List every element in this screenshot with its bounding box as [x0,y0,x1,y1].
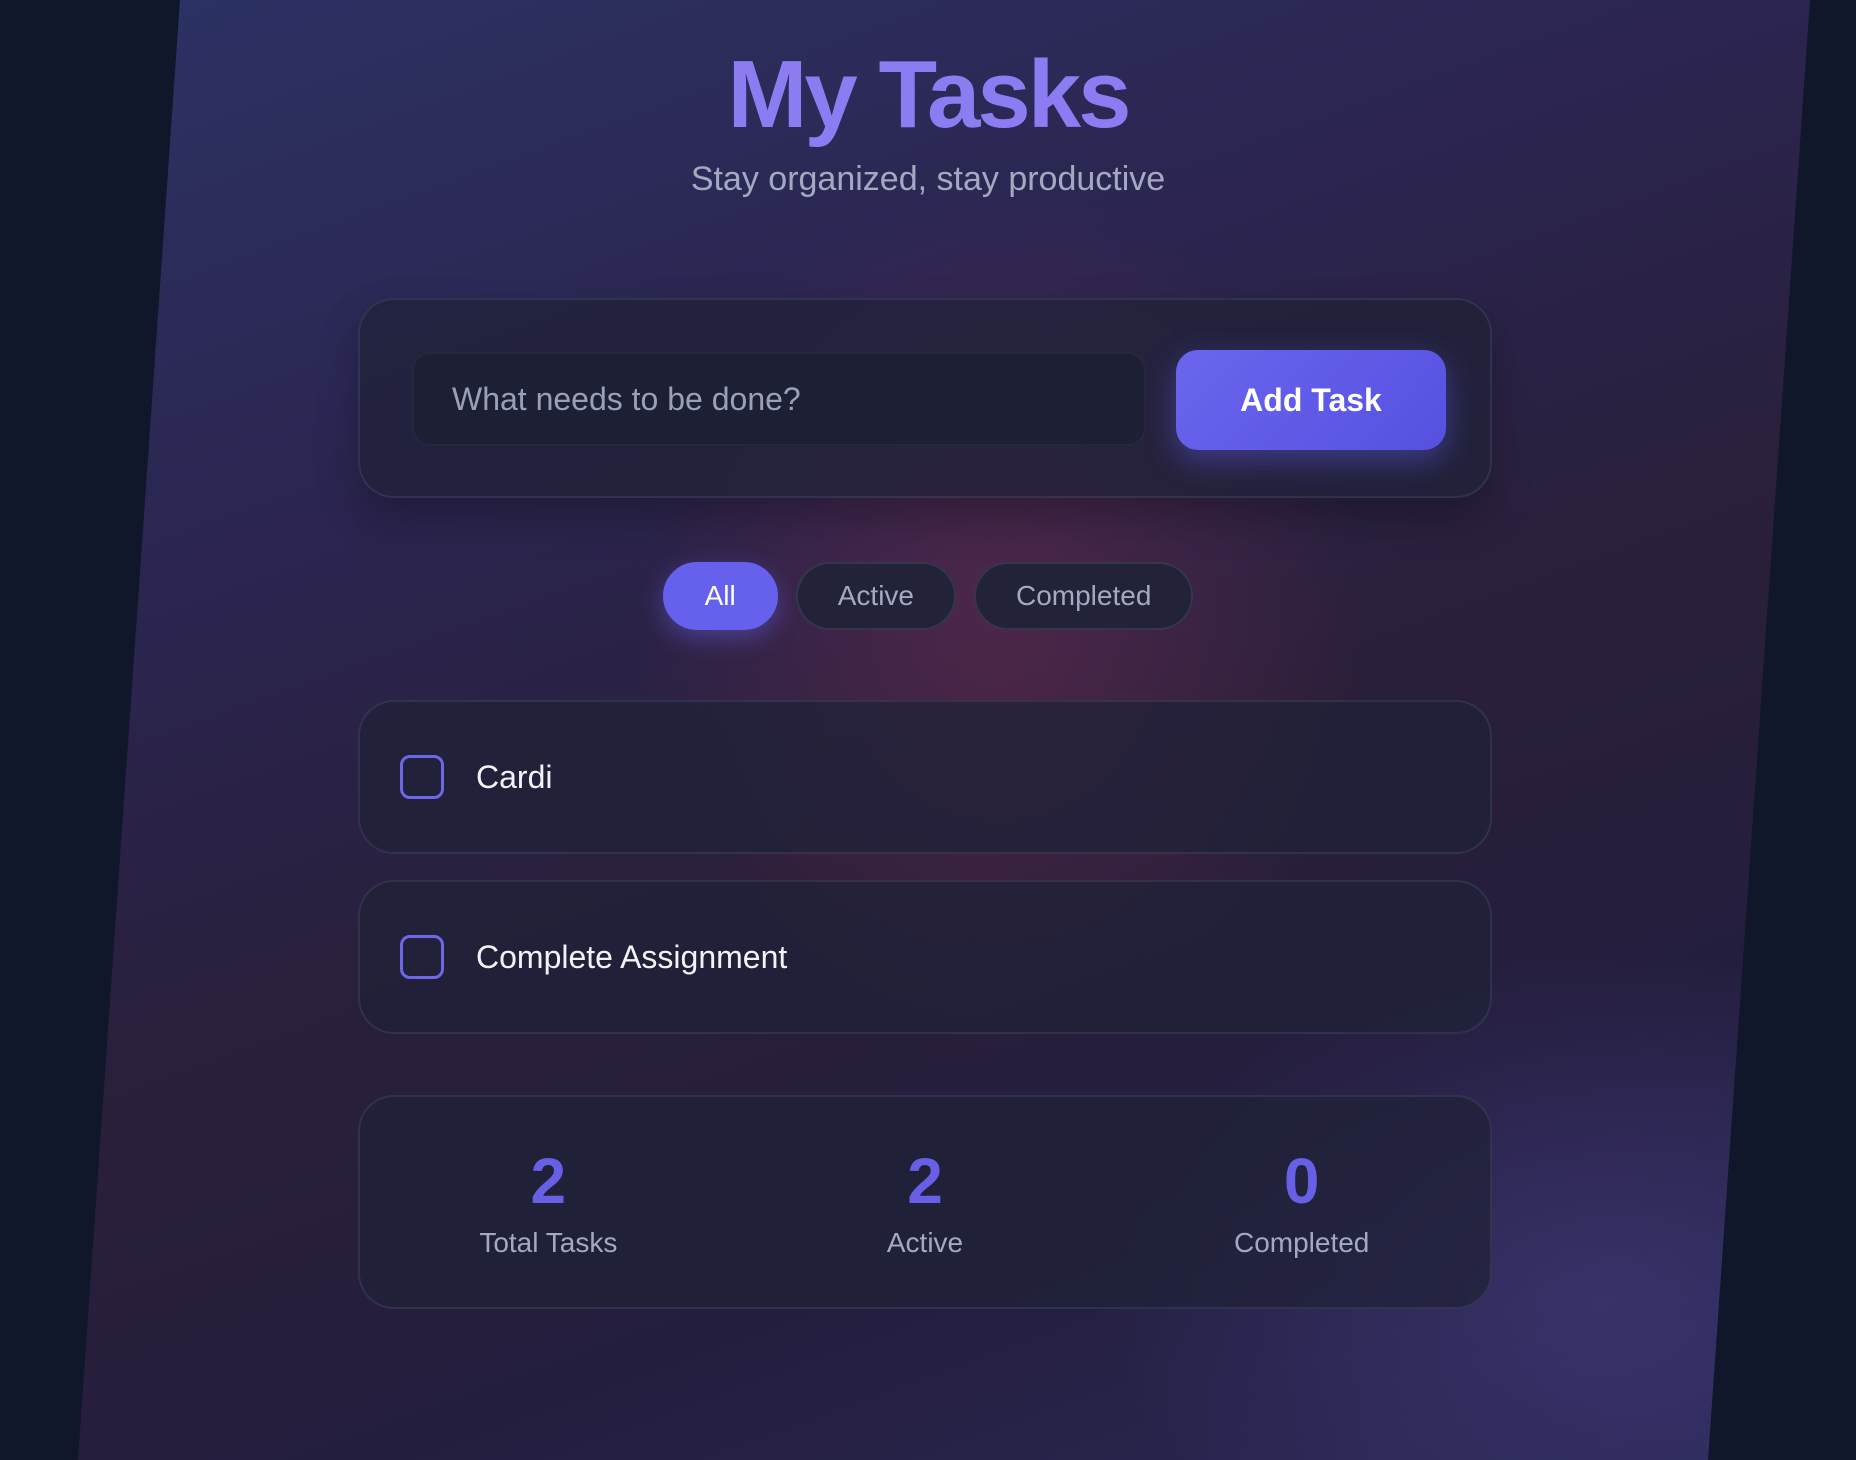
new-task-input[interactable] [412,352,1146,446]
stat-active: 2 Active [737,1097,1114,1307]
stat-active-label: Active [886,1227,964,1258]
filter-all-button[interactable]: All [662,562,778,630]
stat-completed-label: Completed [1233,1227,1370,1258]
app-window: My Tasks Stay organized, stay productive… [0,0,1856,1460]
new-task-card: Add Task [358,298,1492,498]
filter-active-button[interactable]: Active [795,562,956,630]
stat-total: 2 Total Tasks [360,1097,737,1307]
task-item: Complete Assignment [358,880,1492,1034]
stat-active-value: 2 [907,1145,943,1217]
main-content: My Tasks Stay organized, stay productive… [0,0,1856,1460]
page-title: My Tasks [727,41,1131,148]
filter-bar: All Active Completed [0,562,1856,630]
page-subtitle: Stay organized, stay productive [690,160,1166,198]
add-task-button[interactable]: Add Task [1176,350,1446,450]
stat-completed: 0 Completed [1113,1097,1490,1307]
task-checkbox[interactable] [400,755,444,799]
filter-completed-button[interactable]: Completed [973,562,1194,630]
task-item: Cardi [358,700,1492,854]
task-text: Cardi [476,758,553,795]
stat-total-value: 2 [530,1145,567,1217]
stats-card: 2 Total Tasks 2 Active 0 Completed [358,1095,1492,1309]
stat-completed-value: 0 [1283,1145,1320,1217]
task-checkbox[interactable] [400,935,444,979]
task-text: Complete Assignment [476,938,788,975]
stat-total-label: Total Tasks [479,1227,618,1258]
